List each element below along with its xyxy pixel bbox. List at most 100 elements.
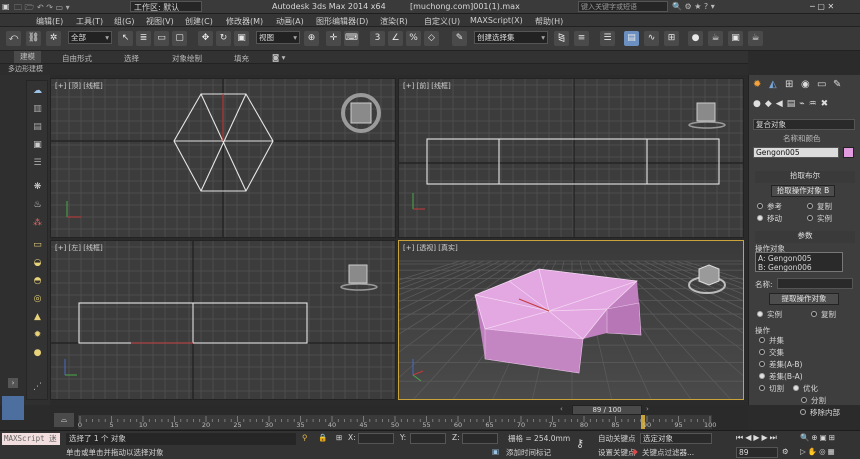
radio-instance[interactable] xyxy=(807,215,813,221)
current-frame-field[interactable]: 89 xyxy=(736,447,778,458)
set-key-icon[interactable]: ◆ xyxy=(632,447,638,456)
menu-item-2[interactable]: 组(G) xyxy=(114,16,134,27)
operands-list[interactable]: A: Gengon005 B: Gengon006 xyxy=(755,252,843,272)
add-time-tag[interactable]: 添加时间标记 xyxy=(506,447,551,458)
edit-named-sel-icon[interactable]: ✎ xyxy=(452,31,467,46)
key-icon[interactable]: ⚷ xyxy=(576,437,584,450)
object-name-field[interactable]: Gengon005 xyxy=(753,147,839,158)
expand-arrow-icon[interactable]: › xyxy=(8,378,18,388)
ribbon-tab-freeform[interactable]: 自由形式 xyxy=(62,53,92,64)
app-logo-icon[interactable]: ▣ xyxy=(2,2,10,11)
render-setup-icon[interactable]: ☕ xyxy=(708,31,723,46)
pick-boolean-rollout[interactable]: 拾取布尔 xyxy=(755,171,855,183)
radio-extract-instance[interactable] xyxy=(757,311,763,317)
menu-item-6[interactable]: 动画(A) xyxy=(276,16,304,27)
radio-reference[interactable] xyxy=(757,203,763,209)
graphite-toolbar-icon[interactable]: ▤ xyxy=(624,31,639,46)
ladder-icon[interactable]: ⋰ xyxy=(30,381,45,394)
mirror-icon[interactable]: ⧎ xyxy=(554,31,569,46)
time-config-icon[interactable]: ⚙ xyxy=(782,447,789,456)
radio-move[interactable] xyxy=(757,215,763,221)
dome-icon[interactable]: ◒ xyxy=(30,257,45,270)
modify-tab-icon[interactable]: ◭ xyxy=(769,79,777,90)
link-icon[interactable]: ⛓ xyxy=(26,31,41,46)
curve-editor-icon[interactable]: ∿ xyxy=(644,31,659,46)
align-icon[interactable]: ≡ xyxy=(574,31,589,46)
box-icon[interactable]: ▥ xyxy=(30,103,45,116)
search-input[interactable]: 键入关键字或短语 xyxy=(578,1,668,12)
mini-curve-icon[interactable]: ⌓ xyxy=(54,413,74,427)
move-icon[interactable]: ✥ xyxy=(198,31,213,46)
viewcube-icon-left[interactable] xyxy=(340,264,378,291)
menu-item-4[interactable]: 创建(C) xyxy=(185,16,213,27)
set-key-button[interactable]: 设置关键点 xyxy=(598,447,636,458)
radio-extract-copy[interactable] xyxy=(811,311,817,317)
operand-a[interactable]: A: Gengon005 xyxy=(758,254,812,263)
select-object-icon[interactable]: ↖ xyxy=(118,31,133,46)
pick-operand-button[interactable]: 拾取操作对象 B xyxy=(771,185,835,197)
menu-item-0[interactable]: 编辑(E) xyxy=(36,16,63,27)
playback-controls[interactable]: ⏮◀▶▶⏭ xyxy=(736,433,779,443)
ribbon-tab-object-paint[interactable]: 对象绘制 xyxy=(172,53,202,64)
workspace-dropdown[interactable]: 工作区: 默认 xyxy=(130,1,203,12)
radio-subtract-ab[interactable] xyxy=(759,361,765,367)
extract-operand-button[interactable]: 提取操作对象 xyxy=(769,293,839,305)
radio-split[interactable] xyxy=(801,397,807,403)
rows-icon[interactable]: ☰ xyxy=(30,157,45,170)
ribbon-tab-populate[interactable]: 填充 xyxy=(234,53,249,64)
rotate-icon[interactable]: ↻ xyxy=(216,31,231,46)
render-frame-icon[interactable]: ▣ xyxy=(728,31,743,46)
viewcube-icon-front[interactable] xyxy=(688,102,726,129)
z-coord-field[interactable] xyxy=(462,433,498,444)
sprinkle-icon[interactable]: ❋ xyxy=(30,181,45,194)
viewport-top[interactable]: [+] [顶] [线框] xyxy=(50,78,396,238)
radio-remove-inside[interactable] xyxy=(800,409,806,415)
timeline[interactable]: 89 / 100 ‹ › 0 5 10 15 20 25 30 35 40 45 50 55 60 65 7… xyxy=(50,405,748,430)
schematic-view-icon[interactable]: ⊞ xyxy=(664,31,679,46)
parameters-rollout[interactable]: 参数 xyxy=(755,231,855,243)
help-icons[interactable]: 🔍 ⚙ ★ ? ▾ xyxy=(672,2,715,11)
reference-coord-dropdown[interactable]: 视图 xyxy=(256,31,300,44)
time-tag-icon[interactable]: ▣ xyxy=(492,447,499,456)
bind-icon[interactable]: ✲ xyxy=(46,31,61,46)
radio-copy[interactable] xyxy=(807,203,813,209)
window-controls[interactable]: ─ ▢ ✕ xyxy=(810,2,834,11)
ribbon-options-icon[interactable]: ◙ ▾ xyxy=(272,53,285,62)
render-icon[interactable]: ☕ xyxy=(748,31,763,46)
yellow-box-icon[interactable]: ▭ xyxy=(30,239,45,252)
viewport-label-front[interactable]: [+] [前] [线框] xyxy=(403,81,451,91)
menu-item-1[interactable]: 工具(T) xyxy=(76,16,103,27)
layer-manager-icon[interactable]: ☰ xyxy=(600,31,615,46)
viewport-left[interactable]: [+] [左] [线框] xyxy=(50,240,396,400)
radio-cut[interactable] xyxy=(759,385,765,391)
radio-intersection[interactable] xyxy=(759,349,765,355)
x-coord-field[interactable] xyxy=(358,433,394,444)
menu-item-10[interactable]: MAXScript(X) xyxy=(470,16,523,25)
keyboard-shortcut-icon[interactable]: ⌨ xyxy=(344,31,359,46)
radio-subtract-ba[interactable] xyxy=(759,373,765,379)
material-editor-icon[interactable]: ● xyxy=(688,31,703,46)
named-selection-dropdown[interactable]: 创建选择集 xyxy=(474,31,548,44)
viewport-nav-icons-bottom[interactable]: ▷✋◎▦ xyxy=(800,447,837,456)
sphere-icon[interactable]: ● xyxy=(30,347,45,360)
y-coord-field[interactable] xyxy=(410,433,446,444)
angle-snap-icon[interactable]: ∠ xyxy=(388,31,403,46)
operand-name-field[interactable] xyxy=(777,278,853,289)
isolate-icon[interactable]: ⚲ xyxy=(302,433,308,442)
ribbon-tab-modeling[interactable]: 建模 xyxy=(14,51,41,63)
menu-item-8[interactable]: 渲染(R) xyxy=(380,16,408,27)
spinner-snap-icon[interactable]: ◇ xyxy=(424,31,439,46)
viewport-label-perspective[interactable]: [+] [透视] [真实] xyxy=(403,243,458,253)
swirl-icon[interactable]: ♨ xyxy=(30,199,45,212)
viewport-front[interactable]: [+] [前] [线框] xyxy=(398,78,744,238)
lock-icon[interactable]: 🔒 xyxy=(318,433,327,442)
object-color-swatch[interactable] xyxy=(843,147,854,158)
viewcube-icon[interactable] xyxy=(341,93,381,133)
half-sphere-icon[interactable]: ◓ xyxy=(30,275,45,288)
viewport-nav-icons-top[interactable]: 🔍⊕▣⊞ xyxy=(800,433,837,442)
object-type-dropdown[interactable]: 复合对象 xyxy=(753,119,855,130)
utilities-tab-icon[interactable]: ✎ xyxy=(833,79,841,90)
create-tab-icon[interactable]: ✹ xyxy=(753,79,761,90)
scale-icon[interactable]: ▣ xyxy=(234,31,249,46)
menu-item-7[interactable]: 图形编辑器(D) xyxy=(316,16,368,27)
